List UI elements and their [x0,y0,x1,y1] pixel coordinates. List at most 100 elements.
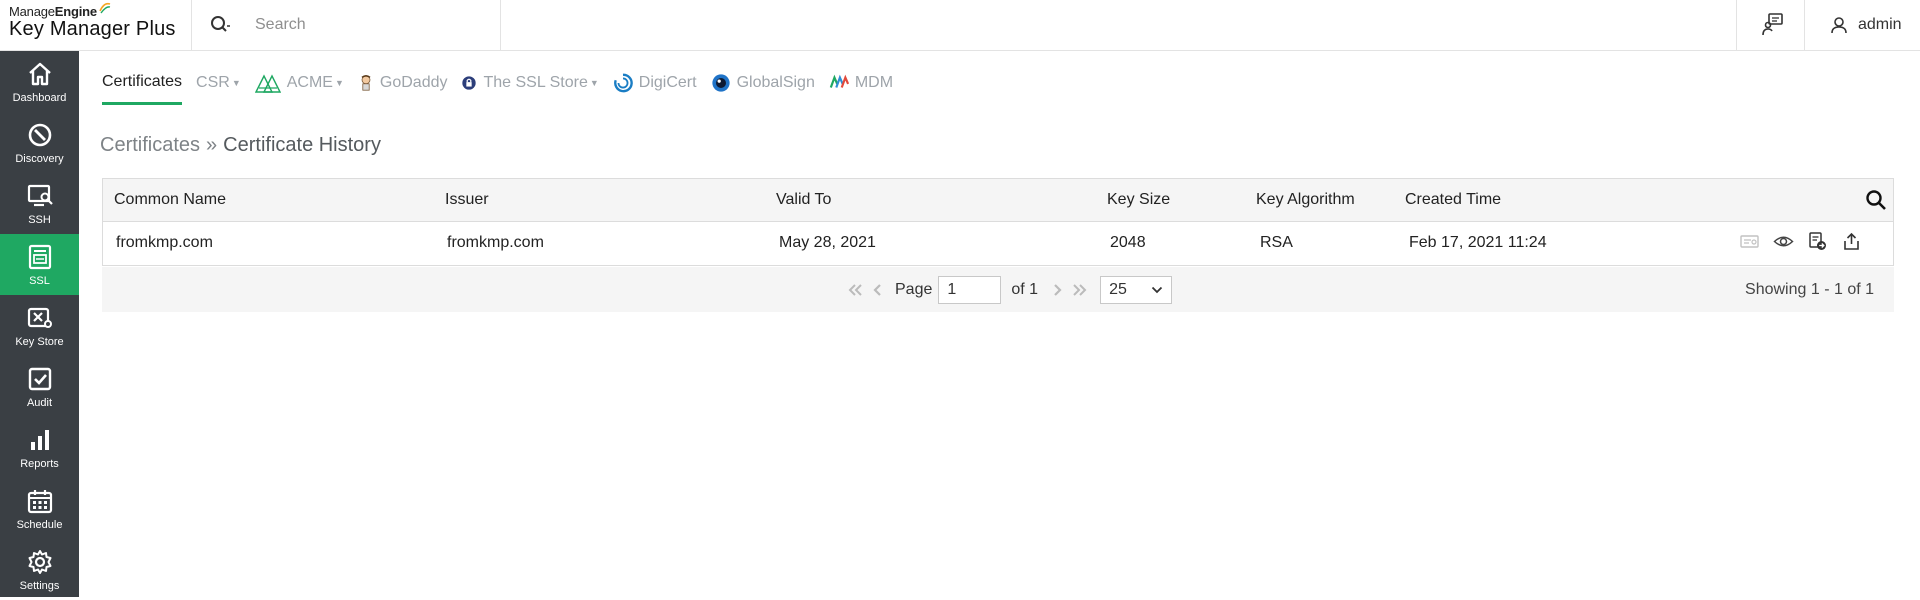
ssl-tabs: Certificates CSR ▼ ACME ▼ GoDaddy The SS… [102,68,907,108]
sidebar-item-label: Dashboard [12,92,67,104]
audit-icon [28,367,51,391]
discovery-icon [28,123,51,147]
page-count: of 1 [1011,280,1039,298]
sidebar-item-schedule[interactable]: Schedule [0,478,79,539]
tab-the-ssl-store[interactable]: The SSL Store ▼ [461,68,599,98]
cell-key-size: 2048 [1110,234,1146,251]
deploy-icon[interactable] [1807,231,1828,252]
tab-label: MDM [854,74,894,91]
page-number-input[interactable] [938,275,1002,304]
sidebar: Dashboard Discovery SSH SSL Key Store Au… [0,51,79,597]
sidebar-item-key-store[interactable]: Key Store [0,295,79,356]
tab-digicert[interactable]: DigiCert [613,68,697,98]
cell-common-name: fromkmp.com [116,234,213,251]
search-input[interactable] [255,11,485,39]
pagination-bar: Page of 1 25 Showing 1 - 1 of 1 [102,267,1894,312]
divider [191,0,192,51]
divider [1804,0,1805,51]
digicert-logo-icon [613,73,633,93]
product-logo[interactable]: ManageEngine Key Manager Plus [9,2,191,48]
sidebar-item-reports[interactable]: Reports [0,417,79,478]
search-dropdown-icon[interactable] [209,14,231,36]
table-header: Common Name Issuer Valid To Key Size Key… [102,178,1894,222]
ssh-icon [27,184,53,207]
column-header-key-size[interactable]: Key Size [1107,179,1170,221]
column-header-key-algorithm[interactable]: Key Algorithm [1256,179,1355,221]
tab-csr[interactable]: CSR ▼ [196,68,241,98]
column-header-created-time[interactable]: Created Time [1405,179,1501,221]
tab-mdm[interactable]: MDM [829,68,893,98]
cell-valid-to: May 28, 2021 [779,234,876,251]
chevron-down-icon [1151,286,1163,293]
user-menu[interactable]: admin [1830,12,1902,38]
sidebar-item-label: Audit [26,397,53,409]
row-actions [1739,231,1862,252]
tab-godaddy[interactable]: GoDaddy [358,68,448,98]
brand-swoosh-icon [99,2,111,14]
cell-issuer: fromkmp.com [447,234,544,251]
pager-controls: Page of 1 25 [847,267,1173,312]
settings-icon [28,550,51,574]
export-icon[interactable] [1841,231,1862,252]
sidebar-item-audit[interactable]: Audit [0,356,79,417]
sidebar-item-ssh[interactable]: SSH [0,173,79,234]
previous-page-icon[interactable] [869,282,885,298]
tab-label: GoDaddy [379,74,448,91]
column-header-common-name[interactable]: Common Name [114,179,226,221]
user-name: admin [1858,16,1902,33]
tab-certificates[interactable]: Certificates [102,68,183,105]
sidebar-item-discovery[interactable]: Discovery [0,112,79,173]
reports-icon [30,430,49,450]
caret-down-icon: ▼ [589,78,599,88]
sidebar-item-settings[interactable]: Settings [0,539,79,600]
first-page-icon[interactable] [847,282,863,298]
tab-globalsign[interactable]: GlobalSign [711,68,815,98]
user-icon [1831,17,1847,34]
tab-label: ACME [286,74,333,91]
sidebar-item-label: Schedule [16,519,63,531]
column-header-valid-to[interactable]: Valid To [776,179,831,221]
mdm-logo-icon [829,74,849,88]
sidebar-item-label: Key Store [15,336,64,348]
tab-label: DigiCert [638,74,697,91]
page-label: Page [895,280,933,298]
breadcrumb-certificates-link[interactable]: Certificates [100,134,200,156]
breadcrumb-separator: » [206,134,218,156]
acme-logo-icon [254,74,281,93]
last-page-icon[interactable] [1072,282,1088,298]
view-icon[interactable] [1773,231,1794,252]
table-search-icon[interactable] [1865,189,1887,211]
ssl-store-logo-icon [462,76,477,90]
schedule-icon [27,490,52,514]
caret-down-icon: ▼ [334,78,344,88]
record-count: Showing 1 - 1 of 1 [1745,281,1874,298]
tab-label: CSR [196,74,230,91]
page-size-value: 25 [1109,280,1127,298]
sidebar-item-label: Discovery [15,153,64,165]
tab-label: The SSL Store [483,74,588,91]
divider [500,0,501,51]
next-page-icon[interactable] [1050,282,1066,298]
godaddy-logo-icon [361,75,371,91]
page-size-select[interactable]: 25 [1100,275,1173,304]
top-bar: ManageEngine Key Manager Plus admin [0,0,1920,51]
globalsign-logo-icon [711,74,730,92]
home-icon [28,62,51,86]
cell-key-algorithm: RSA [1260,234,1293,251]
product-name: Key Manager Plus [9,18,176,40]
table-row[interactable]: fromkmp.com fromkmp.com May 28, 2021 204… [102,222,1894,266]
key-store-icon [27,307,52,328]
tab-label: Certificates [102,72,183,90]
certificate-history-table: Common Name Issuer Valid To Key Size Key… [102,178,1894,266]
tab-acme[interactable]: ACME ▼ [254,68,344,98]
announcement-icon[interactable] [1758,10,1788,40]
sidebar-item-dashboard[interactable]: Dashboard [0,51,79,112]
page-title: Certificate History [223,134,381,156]
sidebar-item-label: SSL [29,275,50,287]
sidebar-item-ssl[interactable]: SSL [0,234,79,295]
divider [1736,0,1737,51]
sidebar-item-label: Settings [19,580,60,592]
column-header-issuer[interactable]: Issuer [445,179,489,221]
certificate-details-icon[interactable] [1739,231,1760,252]
sidebar-item-label: SSH [28,214,51,226]
